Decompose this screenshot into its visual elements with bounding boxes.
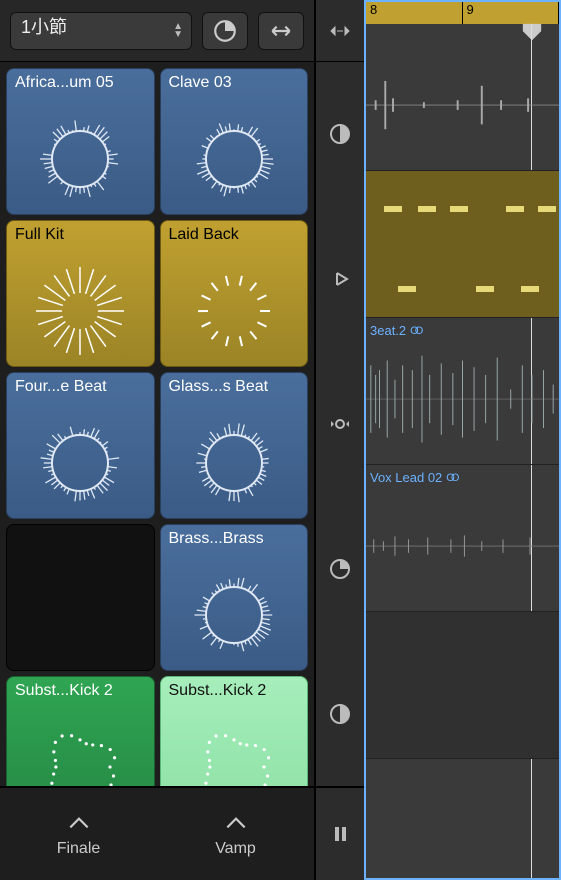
live-cell[interactable]: Africa...um 05	[6, 68, 155, 215]
scene-trigger-left[interactable]: Finale	[0, 788, 157, 880]
cell-label: Africa...um 05	[15, 74, 146, 92]
quantize-dropdown[interactable]: 1小節 ▲▼	[10, 12, 192, 50]
cell-label: Clave 03	[169, 74, 300, 92]
chevron-up-icon	[66, 810, 92, 836]
cell-waveform-icon	[161, 407, 308, 518]
clip-name: 3eat.2	[370, 323, 406, 338]
cell-waveform-icon	[161, 559, 308, 670]
cell-label: Brass...Brass	[169, 530, 300, 548]
track-mode-2[interactable]	[316, 207, 364, 352]
midi-note	[398, 286, 416, 292]
ruler-mark: 8	[366, 2, 463, 24]
live-cell[interactable]: Subst...Kick 2	[6, 676, 155, 786]
track-lane[interactable]: 3eat.2 OO	[366, 318, 559, 465]
track-mode-5[interactable]	[316, 641, 364, 786]
track-mode-4[interactable]	[316, 496, 364, 641]
cell-label: Full Kit	[15, 226, 146, 244]
track-header-strip	[316, 0, 364, 880]
pie-icon	[328, 557, 352, 581]
nudge-icon	[328, 412, 352, 436]
timeline-ruler[interactable]: 8 9	[366, 2, 559, 24]
track-lane[interactable]	[366, 612, 559, 759]
live-cell[interactable]: Glass...s Beat	[160, 372, 309, 519]
live-cell[interactable]: Full Kit	[6, 220, 155, 367]
waveform-icon	[366, 493, 559, 599]
cell-waveform-icon	[7, 103, 154, 214]
play-small-icon	[328, 267, 352, 291]
scene-label: Finale	[57, 840, 101, 858]
live-cell[interactable]	[6, 524, 155, 671]
cell-waveform-icon	[161, 103, 308, 214]
midi-note	[418, 206, 436, 212]
midi-note	[384, 206, 402, 212]
half-moon-icon	[328, 702, 352, 726]
cell-waveform-icon	[7, 407, 154, 518]
loop-mode-button[interactable]	[202, 12, 248, 50]
cell-waveform-icon	[161, 711, 308, 786]
track-lane[interactable]: Vox Lead 02 OO	[366, 465, 559, 612]
scene-trigger-right[interactable]: Vamp	[157, 788, 314, 880]
stretch-icon	[268, 18, 294, 44]
timeline-panel[interactable]: 8 9	[364, 0, 561, 880]
midi-note	[476, 286, 494, 292]
cell-label: Glass...s Beat	[169, 378, 300, 396]
live-cell[interactable]: Clave 03	[160, 68, 309, 215]
live-cell[interactable]: Laid Back	[160, 220, 309, 367]
track-mode-3[interactable]	[316, 352, 364, 497]
cell-grid: Africa...um 05 Clave 03 Full Kit Laid Ba…	[0, 62, 314, 786]
zoom-horiz-icon	[328, 19, 352, 43]
cell-label: Subst...Kick 2	[169, 682, 300, 700]
midi-note	[538, 206, 556, 212]
dropdown-arrows-icon: ▲▼	[173, 23, 183, 39]
loop-icon: OO	[446, 472, 455, 484]
pie-icon	[212, 18, 238, 44]
cell-label: Four...e Beat	[15, 378, 146, 396]
live-cell[interactable]: Subst...Kick 2	[160, 676, 309, 786]
live-cell[interactable]: Brass...Brass	[160, 524, 309, 671]
transport-pause[interactable]	[316, 786, 364, 880]
cell-label: Laid Back	[169, 226, 300, 244]
waveform-icon	[366, 346, 559, 452]
midi-note	[521, 286, 539, 292]
ruler-mark: 9	[463, 2, 560, 24]
stretch-mode-button[interactable]	[258, 12, 304, 50]
cell-label: Subst...Kick 2	[15, 682, 146, 700]
cell-waveform-icon	[161, 255, 308, 366]
midi-note	[506, 206, 524, 212]
cell-waveform-icon	[7, 255, 154, 366]
live-cell[interactable]: Four...e Beat	[6, 372, 155, 519]
clip-name: Vox Lead 02	[370, 470, 442, 485]
quantize-label: 1小節	[21, 17, 67, 37]
pause-icon	[328, 822, 352, 846]
track-lane[interactable]	[366, 171, 559, 318]
loop-icon: OO	[410, 325, 419, 337]
cell-waveform-icon	[7, 711, 154, 786]
midi-note	[450, 206, 468, 212]
timeline-zoom-button[interactable]	[316, 0, 364, 62]
waveform-icon	[366, 52, 559, 158]
chevron-up-icon	[223, 810, 249, 836]
scene-label: Vamp	[215, 840, 256, 858]
track-mode-1[interactable]	[316, 62, 364, 207]
scene-row: Finale Vamp	[0, 786, 314, 880]
track-lane[interactable]	[366, 24, 559, 171]
cells-panel: 1小節 ▲▼ Africa...um 05 Clave 03 Full Kit …	[0, 0, 316, 880]
half-moon-icon	[328, 122, 352, 146]
cell-toolbar: 1小節 ▲▼	[0, 0, 314, 62]
